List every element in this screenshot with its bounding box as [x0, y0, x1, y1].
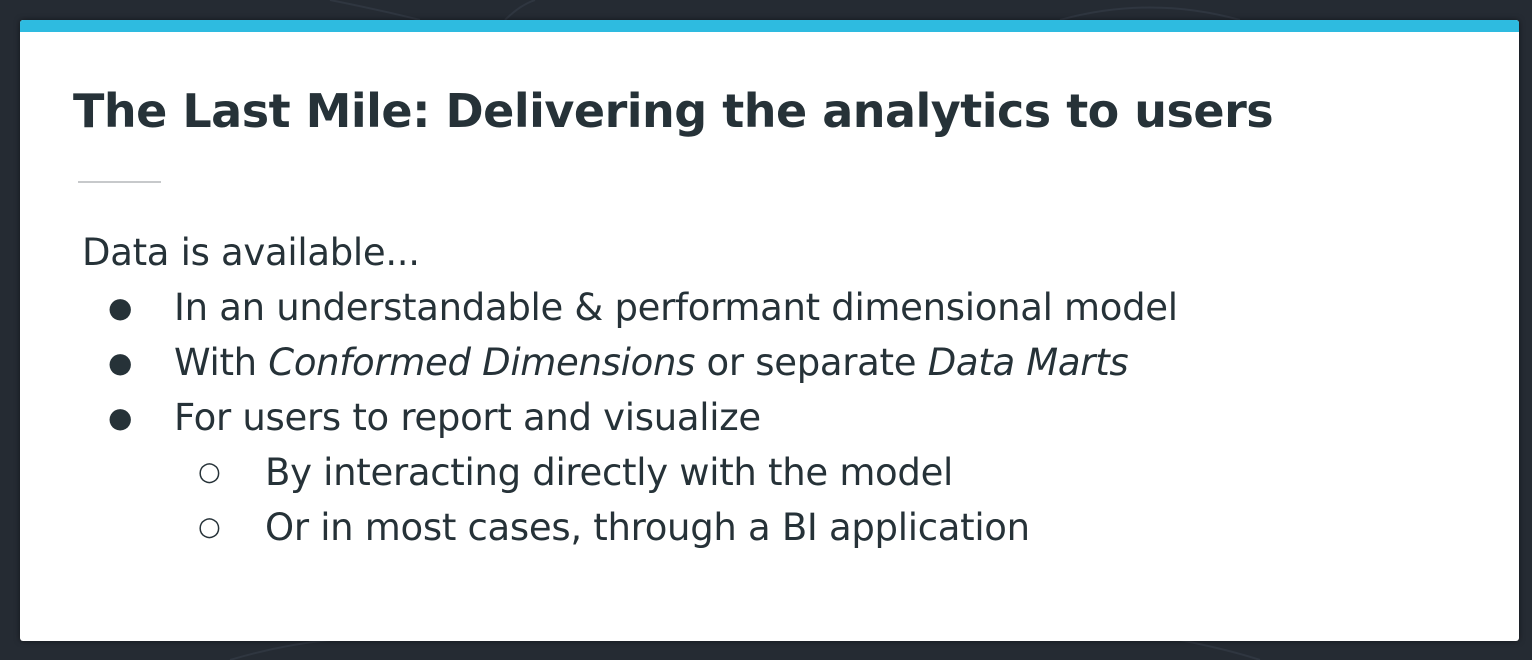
sub-bullet-marker: ○	[198, 512, 221, 542]
emphasis-text: Conformed Dimensions	[268, 341, 696, 384]
bullet-text: For users to report and visualize	[174, 396, 761, 439]
bullet-marker: ●	[108, 291, 133, 324]
sub-bullet-item: ○ By interacting directly with the model	[82, 445, 1178, 500]
bullet-text-part: or separate	[695, 341, 928, 384]
slide-accent-bar	[20, 20, 1519, 32]
bullet-text: In an understandable & performant dimens…	[174, 286, 1178, 329]
sub-bullet-item: ○ Or in most cases, through a BI applica…	[82, 500, 1178, 555]
bullet-item: ● With Conformed Dimensions or separate …	[82, 335, 1178, 390]
bullet-item: ● In an understandable & performant dime…	[82, 280, 1178, 335]
sub-bullet-marker: ○	[198, 457, 221, 487]
title-divider	[78, 181, 161, 183]
bullet-text: With Conformed Dimensions or separate Da…	[174, 341, 1129, 384]
slide-body: Data is available... ● In an understanda…	[82, 225, 1178, 555]
bullet-item: ● For users to report and visualize	[82, 390, 1178, 445]
slide-card: The Last Mile: Delivering the analytics …	[20, 20, 1519, 641]
emphasis-text: Data Marts	[927, 341, 1129, 384]
sub-bullet-text: Or in most cases, through a BI applicati…	[265, 506, 1030, 549]
bullet-marker: ●	[108, 401, 133, 434]
sub-bullet-text: By interacting directly with the model	[265, 451, 954, 494]
intro-text: Data is available...	[82, 231, 420, 274]
bullet-text-part: With	[174, 341, 269, 384]
bullet-marker: ●	[108, 346, 133, 379]
slide-title: The Last Mile: Delivering the analytics …	[73, 84, 1274, 138]
